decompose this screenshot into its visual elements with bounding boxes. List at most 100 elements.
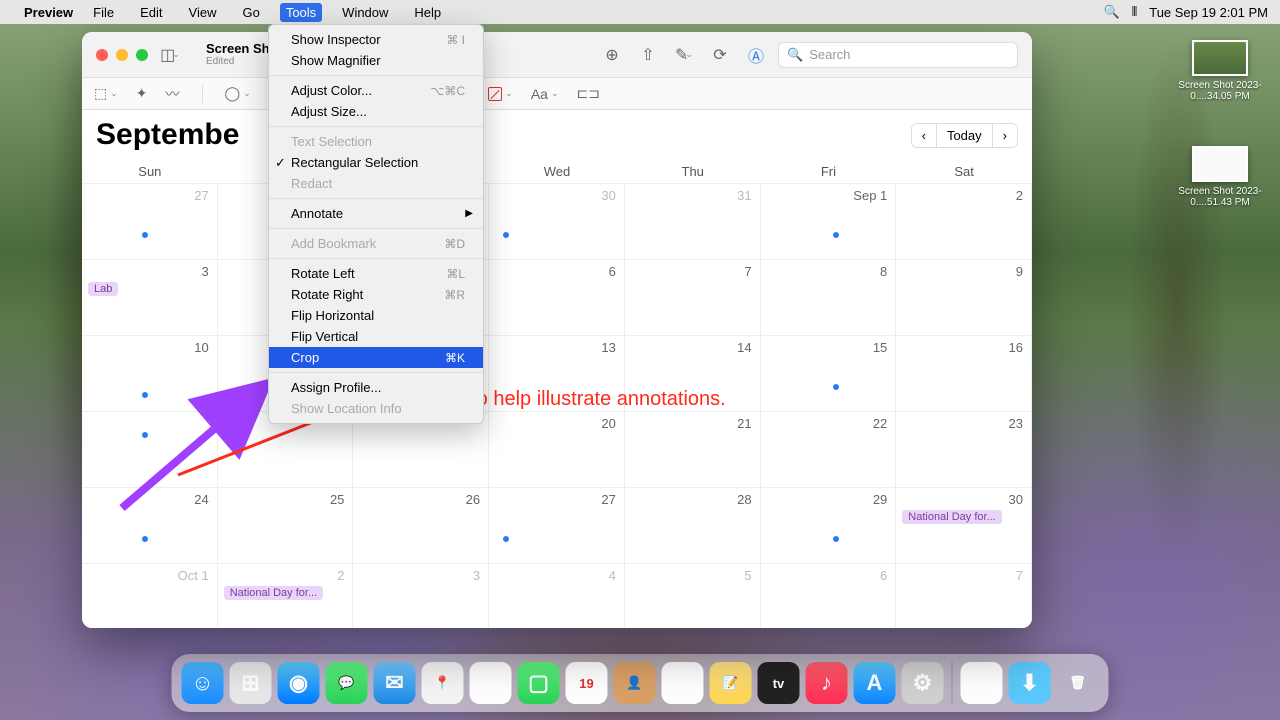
calendar-cell: 30National Day for... — [896, 487, 1032, 563]
event-dot — [833, 232, 839, 238]
menu-item-show-magnifier[interactable]: Show Magnifier — [269, 50, 483, 71]
rotate-icon[interactable]: ⟳ — [706, 41, 734, 69]
dock-app-photos[interactable]: ❀ — [470, 662, 512, 704]
calendar-prev-button[interactable]: ‹ — [912, 124, 936, 147]
date-number: 7 — [744, 264, 751, 279]
menu-bar-clock[interactable]: Tue Sep 19 2:01 PM — [1149, 5, 1268, 20]
calendar-cell: 31 — [625, 183, 761, 259]
desktop-file-item[interactable]: Screen Shot 2023-0....34.05 PM — [1178, 40, 1262, 102]
menu-item-rotate-right[interactable]: Rotate Right⌘R — [269, 284, 483, 305]
fill-color-tool[interactable]: ⌄ — [488, 87, 513, 101]
desktop-file-item[interactable]: Screen Shot 2023-0....51.43 PM — [1178, 146, 1262, 208]
calendar-cell: 29 — [761, 487, 897, 563]
menu-view[interactable]: View — [183, 3, 223, 22]
date-number: 25 — [330, 492, 344, 507]
menu-item-rotate-left[interactable]: Rotate Left⌘L — [269, 263, 483, 284]
dock-app-appstore[interactable]: A — [854, 662, 896, 704]
dock-app-calendar[interactable]: 19 — [566, 662, 608, 704]
menu-separator — [269, 228, 483, 229]
menu-item-label: Adjust Color... — [291, 83, 372, 98]
spotlight-icon[interactable]: 🔍 — [1104, 4, 1120, 20]
maximize-button[interactable] — [136, 49, 148, 61]
crop-tool-icon[interactable]: ⊏⊐ — [577, 85, 600, 102]
dock-app-tv[interactable]: tv — [758, 662, 800, 704]
instant-alpha-tool[interactable]: ✦ — [136, 85, 148, 102]
share-icon[interactable]: ⇧ — [634, 41, 662, 69]
menu-item-flip-horizontal[interactable]: Flip Horizontal — [269, 305, 483, 326]
menu-go[interactable]: Go — [236, 3, 265, 22]
annotation-text: t to help illustrate annotations. — [460, 388, 726, 411]
calendar-cell: 3Lab — [82, 259, 218, 335]
zoom-icon[interactable]: ⊕ — [598, 41, 626, 69]
menu-item-adjust-size-[interactable]: Adjust Size... — [269, 101, 483, 122]
dock-app-messages[interactable]: 💬 — [326, 662, 368, 704]
close-button[interactable] — [96, 49, 108, 61]
menu-item-add-bookmark: Add Bookmark⌘D — [269, 233, 483, 254]
dock-app-facetime[interactable]: ▢ — [518, 662, 560, 704]
dock-app-settings[interactable]: ⚙ — [902, 662, 944, 704]
document-content[interactable]: Septembe ‹ Today › SunWedThuFriSat 27303… — [82, 110, 1032, 628]
dock-app-downloads[interactable]: ⬇ — [1009, 662, 1051, 704]
control-center-icon[interactable]: ⫴ — [1132, 4, 1137, 20]
dow-label: Fri — [761, 164, 897, 179]
menu-help[interactable]: Help — [408, 3, 447, 22]
dock: ☺⊞◉💬✉📍❀▢19👤☰📝tv♪A⚙ 🖼⬇🗑 — [172, 654, 1109, 712]
dock-app-launchpad[interactable]: ⊞ — [230, 662, 272, 704]
selection-tool[interactable]: ⬚⌄ — [94, 85, 118, 102]
menu-edit[interactable]: Edit — [134, 3, 168, 22]
menu-item-rectangular-selection[interactable]: ✓Rectangular Selection — [269, 152, 483, 173]
calendar-cell: Sep 1 — [761, 183, 897, 259]
date-number: 20 — [601, 416, 615, 431]
dock-app-maps[interactable]: 📍 — [422, 662, 464, 704]
menu-item-label: Add Bookmark — [291, 236, 376, 251]
highlight-icon[interactable]: ✎⌄ — [670, 41, 698, 69]
calendar-today-button[interactable]: Today — [936, 124, 993, 147]
dock-app-music[interactable]: ♪ — [806, 662, 848, 704]
date-number: 16 — [1009, 340, 1023, 355]
window-traffic-lights — [96, 49, 148, 61]
menu-item-assign-profile-[interactable]: Assign Profile... — [269, 377, 483, 398]
text-style-tool[interactable]: Aa⌄ — [531, 86, 559, 102]
date-number: 22 — [873, 416, 887, 431]
toolbar-search-field[interactable]: 🔍 Search — [778, 42, 1018, 68]
document-status: Edited — [206, 56, 270, 67]
calendar-next-button[interactable]: › — [993, 124, 1017, 147]
sidebar-toggle-icon[interactable]: ◫⌄ — [156, 41, 184, 69]
dock-app-mail[interactable]: ✉ — [374, 662, 416, 704]
date-number: 23 — [1009, 416, 1023, 431]
dock-app-reminders[interactable]: ☰ — [662, 662, 704, 704]
calendar-cell: 2National Day for... — [218, 563, 354, 628]
menu-item-show-inspector[interactable]: Show Inspector⌘ I — [269, 29, 483, 50]
dock-app-notes[interactable]: 📝 — [710, 662, 752, 704]
sketch-tool[interactable]: 〰 — [166, 84, 180, 104]
menu-item-adjust-color-[interactable]: Adjust Color...⌥⌘C — [269, 80, 483, 101]
minimize-button[interactable] — [116, 49, 128, 61]
calendar-nav: ‹ Today › — [911, 123, 1018, 148]
event-dot — [503, 536, 509, 542]
dock-app-preview[interactable]: 🖼 — [961, 662, 1003, 704]
menu-item-label: Assign Profile... — [291, 380, 381, 395]
document-title: Screen Sh — [206, 42, 270, 56]
dock-app-finder[interactable]: ☺ — [182, 662, 224, 704]
calendar-month-title: Septembe — [96, 118, 239, 152]
dock-app-contacts[interactable]: 👤 — [614, 662, 656, 704]
menu-window[interactable]: Window — [336, 3, 394, 22]
menu-item-flip-vertical[interactable]: Flip Vertical — [269, 326, 483, 347]
dock-app-trash[interactable]: 🗑 — [1057, 662, 1099, 704]
menu-tools[interactable]: Tools — [280, 3, 322, 22]
date-number: 31 — [737, 188, 751, 203]
calendar-cell: 6 — [489, 259, 625, 335]
markup-toolbar: ⬚⌄ ✦ 〰 ◯⌄ ⌄ ⌄ Aa⌄ ⊏⊐ — [82, 78, 1032, 110]
menu-item-annotate[interactable]: Annotate▶ — [269, 203, 483, 224]
calendar-cell: 27 — [489, 487, 625, 563]
markup-icon[interactable]: Ⓐ — [742, 41, 770, 69]
preview-window: ◫⌄ Screen Sh Edited ⊕ ⇧ ✎⌄ ⟳ Ⓐ 🔍 Search … — [82, 32, 1032, 628]
app-menu[interactable]: Preview — [24, 5, 73, 20]
menu-item-label: Adjust Size... — [291, 104, 367, 119]
dock-app-safari[interactable]: ◉ — [278, 662, 320, 704]
menu-item-crop[interactable]: Crop⌘K — [269, 347, 483, 368]
check-icon: ✓ — [275, 155, 286, 171]
menu-file[interactable]: File — [87, 3, 120, 22]
shapes-tool[interactable]: ◯⌄ — [225, 85, 251, 102]
calendar-cell: 21 — [625, 411, 761, 487]
